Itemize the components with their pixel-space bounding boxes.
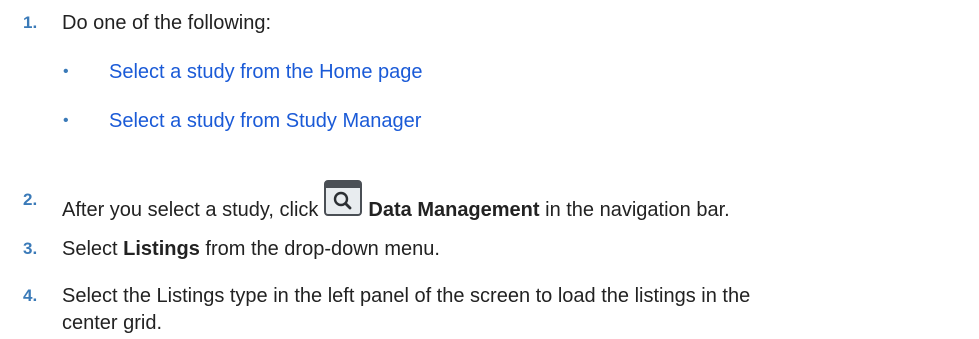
bullet-icon: •	[63, 63, 69, 80]
step-text: Select Listings from the drop-down menu.	[62, 235, 969, 263]
step-text-line-2: center grid.	[62, 312, 163, 334]
step-text-after: from the drop-down menu.	[199, 238, 440, 260]
link-select-study-manager[interactable]: Select a study from Study Manager	[109, 107, 421, 135]
step-number: 3.	[23, 239, 38, 258]
link-select-study-home[interactable]: Select a study from the Home page	[109, 58, 423, 86]
step-text-after: in the navigation bar.	[539, 199, 730, 221]
bullet-icon: •	[63, 112, 69, 129]
step-number: 4.	[23, 286, 38, 305]
step-text: After you select a study, click Data Man…	[62, 180, 969, 224]
listings-label: Listings	[123, 238, 200, 260]
search-window-icon	[324, 180, 363, 216]
data-management-label: Data Management	[368, 199, 540, 221]
step-text: Do one of the following:	[62, 12, 272, 34]
step-text-before: Select	[62, 238, 124, 260]
step-number: 2.	[23, 190, 38, 209]
step-text-line-1: Select the Listings type in the left pan…	[62, 285, 751, 307]
step-number: 1.	[23, 13, 38, 32]
step-text-before: After you select a study, click	[62, 199, 319, 221]
